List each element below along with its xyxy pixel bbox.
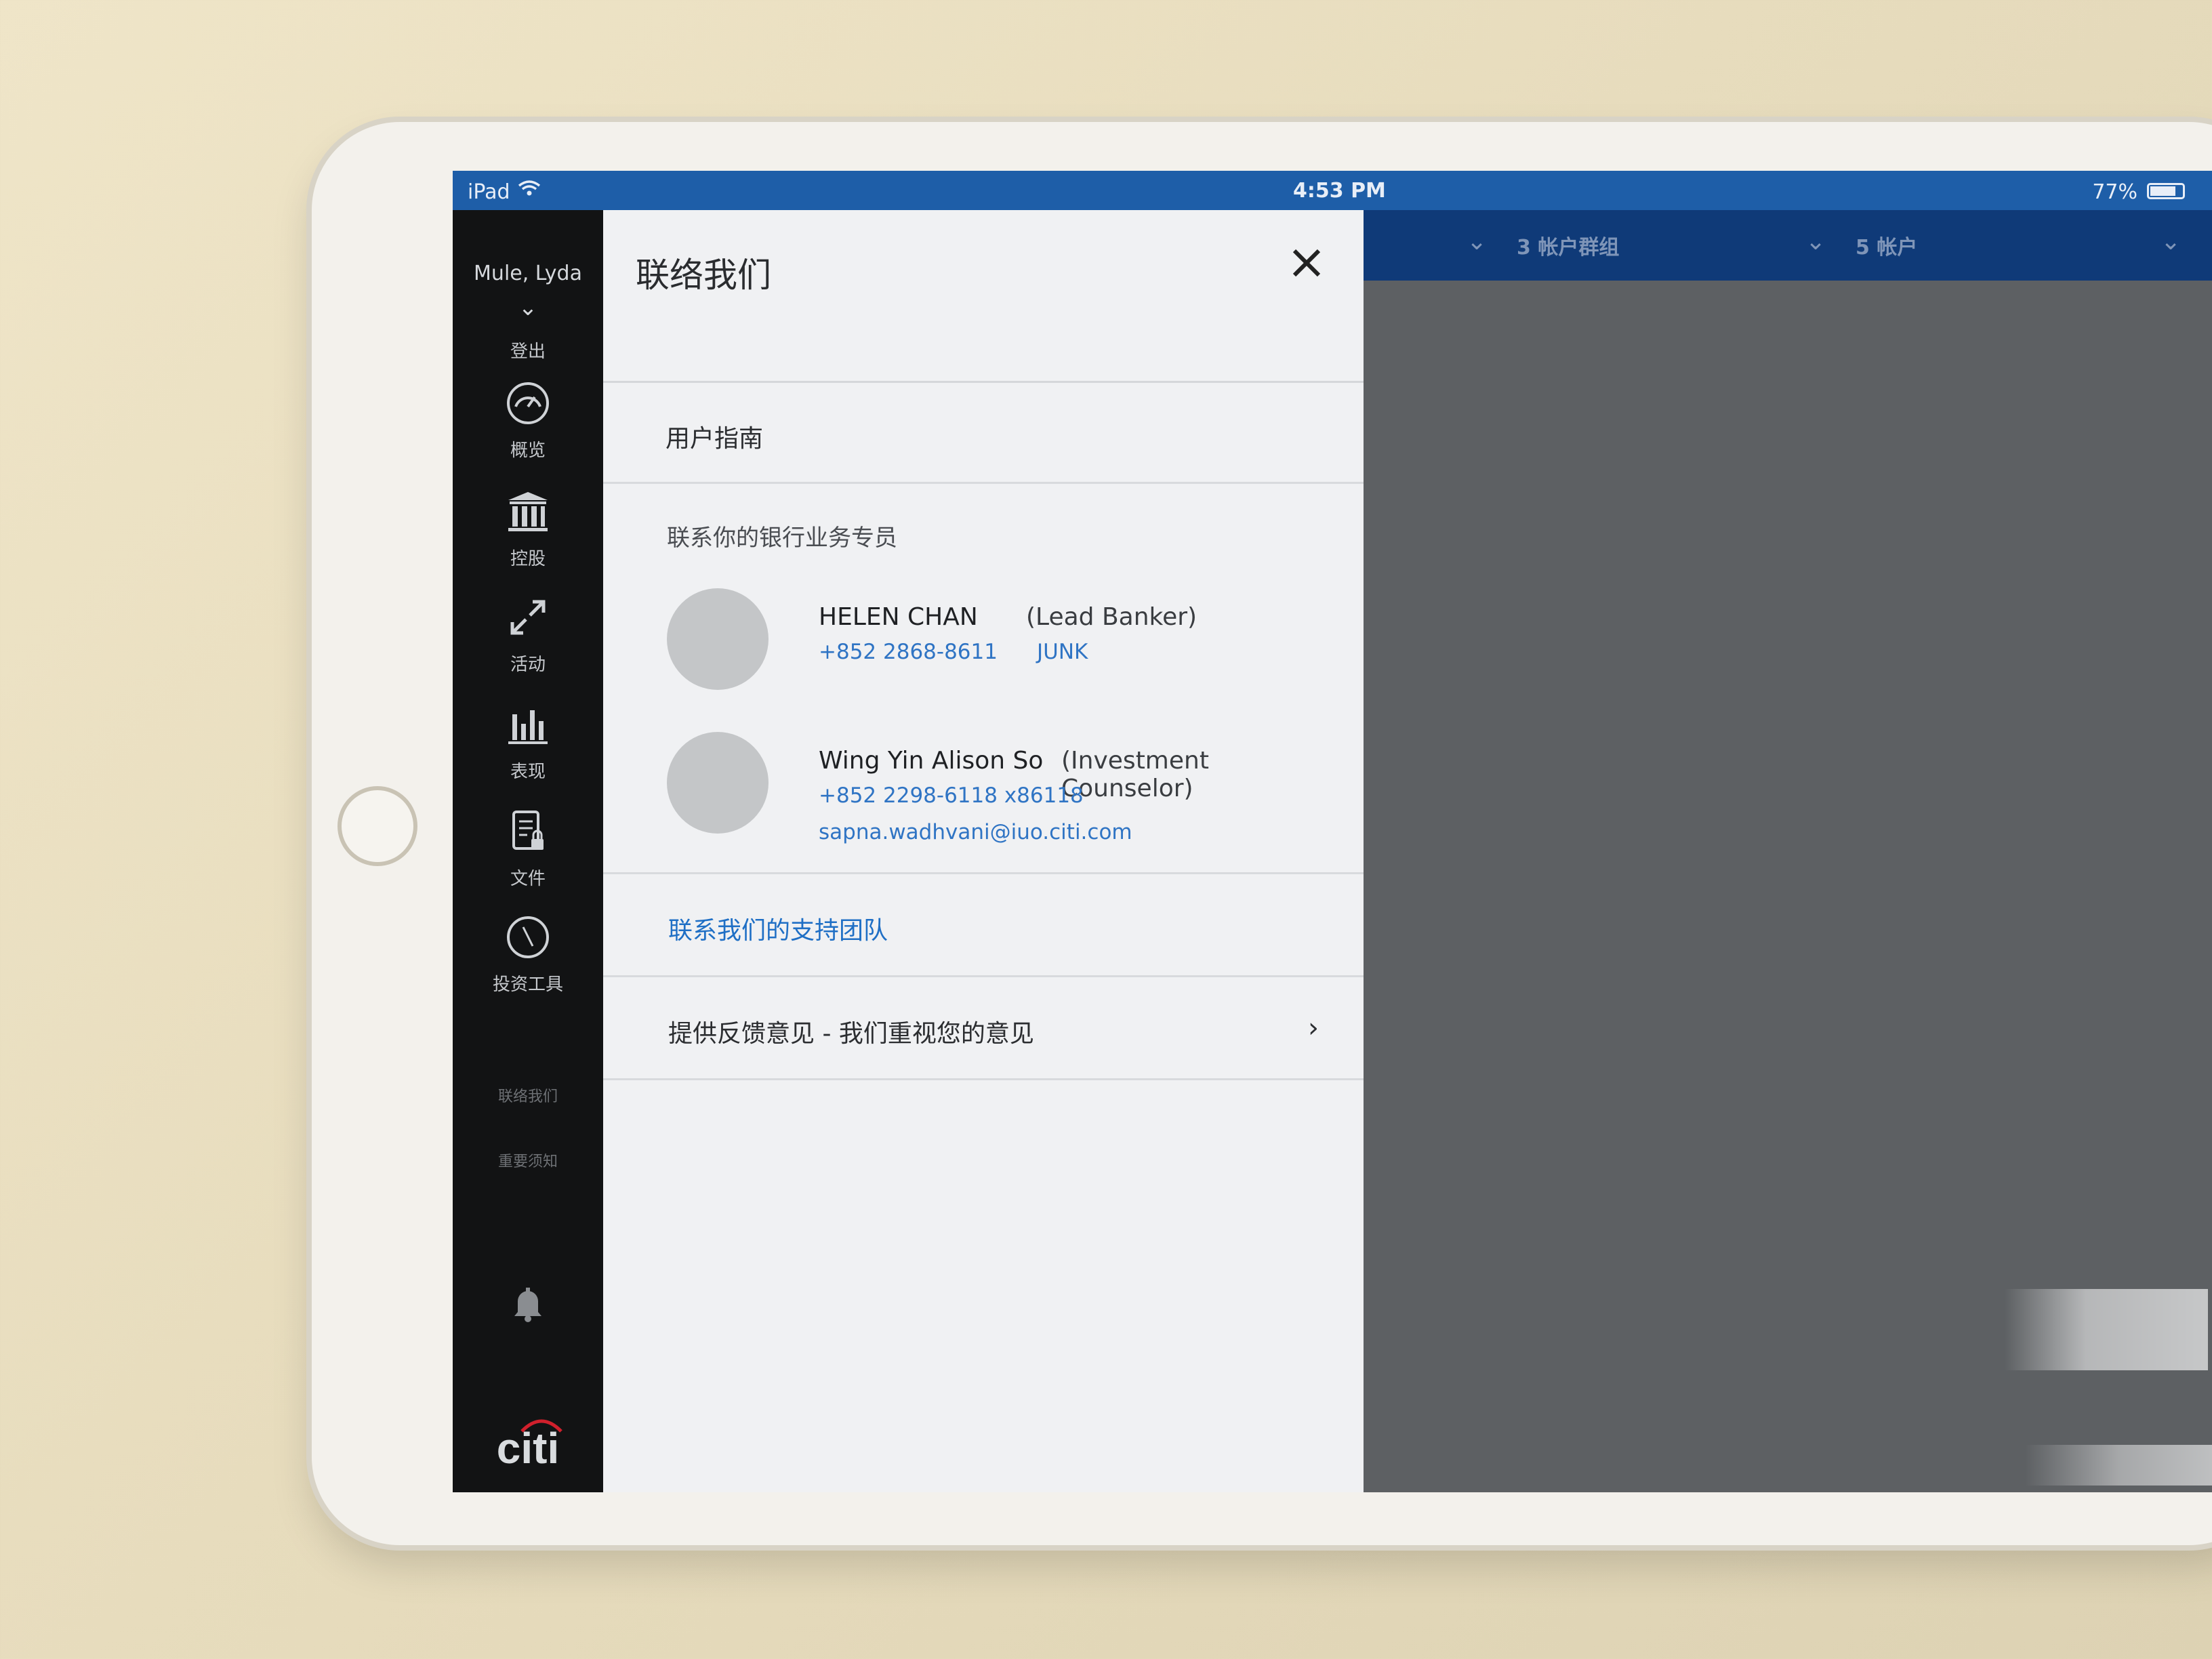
wifi-icon bbox=[518, 179, 541, 203]
sidebar-item-label: 表现 bbox=[510, 762, 546, 782]
sidebar-item-activity[interactable]: 活动 bbox=[453, 594, 603, 695]
sidebar-item-label: 文件 bbox=[510, 869, 546, 889]
sidebar-item-overview[interactable]: 概览 bbox=[453, 380, 603, 481]
sidebar-item-label: 投资工具 bbox=[492, 975, 563, 995]
chevron-right-icon: › bbox=[1308, 1012, 1319, 1044]
avatar bbox=[667, 732, 769, 834]
sidebar-item-investment-tools[interactable]: 投资工具 bbox=[453, 914, 603, 1015]
user-guide-row[interactable]: 用户指南 bbox=[603, 381, 1364, 484]
transfer-arrows-icon bbox=[510, 600, 546, 635]
contact-name: HELEN CHAN bbox=[819, 603, 978, 631]
sidebar-item-holdings[interactable]: 控股 bbox=[453, 488, 603, 590]
screen: iPad 4:53 PM 77% ⌄ 3 帐户群组 ⌄ 5 帐户 ⌄ Mule,… bbox=[453, 171, 2212, 1492]
contact-card: HELEN CHAN (Lead Banker) +852 2868-8611 … bbox=[667, 588, 1345, 703]
bell-icon[interactable] bbox=[511, 1285, 545, 1323]
chevron-down-icon[interactable]: ⌄ bbox=[1805, 228, 1826, 255]
contact-role: (Lead Banker) bbox=[1026, 603, 1197, 631]
contact-card: Wing Yin Alison So (Investment Counselor… bbox=[667, 732, 1345, 847]
contact-name: Wing Yin Alison So bbox=[819, 747, 1044, 775]
logout-button[interactable]: 登出 bbox=[453, 337, 603, 363]
status-battery-percent: 77% bbox=[2092, 180, 2137, 204]
chevron-down-icon[interactable]: ⌄ bbox=[1467, 228, 1487, 255]
compass-icon bbox=[507, 916, 549, 958]
status-bar: iPad 4:53 PM 77% bbox=[453, 171, 2212, 210]
support-team-row[interactable]: 联系我们的支持团队 bbox=[603, 874, 1364, 977]
bank-icon bbox=[508, 492, 548, 531]
status-time: 4:53 PM bbox=[1293, 179, 1386, 203]
battery-fill bbox=[2150, 186, 2175, 196]
sidebar-contact-us[interactable]: 联络我们 bbox=[453, 1084, 603, 1106]
accounts-selector[interactable]: 5 帐户 bbox=[1856, 230, 1917, 260]
contact-us-drawer: 联络我们 用户指南 联系你的银行业务专员 HELEN CHAN (Lead Ba… bbox=[603, 210, 1364, 1492]
chevron-down-icon[interactable]: ⌄ bbox=[453, 294, 603, 321]
contact-email-link[interactable]: sapna.wadhvani@iuo.citi.com bbox=[819, 820, 1132, 844]
banker-contacts-section: 联系你的银行业务专员 HELEN CHAN (Lead Banker) +852… bbox=[603, 484, 1364, 874]
contact-phone-link[interactable]: +852 2868-8611 bbox=[819, 640, 998, 664]
avatar bbox=[667, 588, 769, 690]
drawer-title: 联络我们 bbox=[636, 255, 771, 295]
sidebar-item-label: 活动 bbox=[510, 655, 546, 675]
battery-icon bbox=[2147, 183, 2185, 199]
account-groups-selector[interactable]: 3 帐户群组 bbox=[1517, 230, 1619, 260]
sidebar-item-documents[interactable]: 文件 bbox=[453, 808, 603, 909]
gauge-icon bbox=[507, 382, 549, 424]
contact-phone-link[interactable]: +852 2298-6118 x86118 bbox=[819, 783, 1084, 808]
chevron-down-icon[interactable]: ⌄ bbox=[2160, 228, 2181, 255]
screen-glare bbox=[2025, 1445, 2212, 1486]
user-guide-label: 用户指南 bbox=[665, 425, 764, 453]
sidebar-item-label: 控股 bbox=[510, 549, 546, 569]
feedback-label: 提供反馈意见 - 我们重视您的意见 bbox=[668, 1020, 1034, 1048]
close-icon[interactable] bbox=[1281, 237, 1332, 289]
drawer-header: 联络我们 bbox=[603, 210, 1364, 383]
document-lock-icon bbox=[512, 811, 544, 850]
support-team-link[interactable]: 联系我们的支持团队 bbox=[668, 911, 888, 946]
sidebar-important-notice[interactable]: 重要须知 bbox=[453, 1149, 603, 1171]
sidebar: Mule, Lyda ⌄ 登出 概览 控股 活动 表现 文件 投资工具 联络我们… bbox=[453, 210, 603, 1492]
bar-chart-icon bbox=[508, 710, 548, 744]
contact-extra-link[interactable]: JUNK bbox=[1037, 640, 1088, 664]
sidebar-item-performance[interactable]: 表现 bbox=[453, 701, 603, 802]
section-title: 联系你的银行业务专员 bbox=[667, 525, 897, 552]
user-name[interactable]: Mule, Lyda bbox=[453, 262, 603, 285]
screen-glare bbox=[2005, 1289, 2208, 1370]
status-device-name: iPad bbox=[468, 180, 510, 204]
feedback-row[interactable]: 提供反馈意见 - 我们重视您的意见 › bbox=[603, 977, 1364, 1080]
sidebar-item-label: 概览 bbox=[510, 441, 546, 461]
citi-logo: citi bbox=[496, 1424, 560, 1473]
home-button[interactable] bbox=[337, 786, 417, 866]
contact-role: (Investment Counselor) bbox=[1061, 747, 1209, 802]
